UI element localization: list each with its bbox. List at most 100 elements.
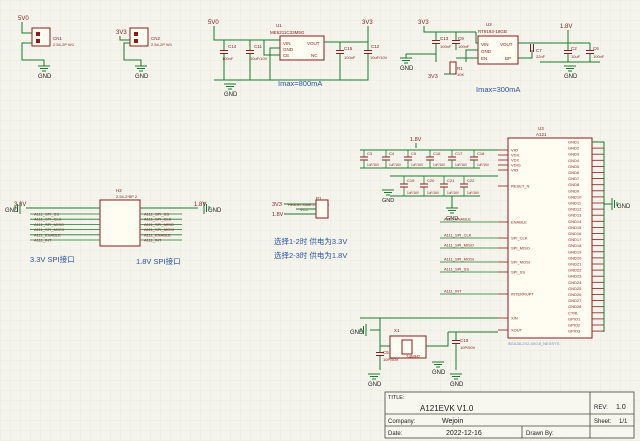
u3-right-pin: GND22 xyxy=(568,268,582,273)
decoup-cap-ref: C18 xyxy=(477,151,485,156)
schematic-sheet: 5V0 CN1 2.54-2P W1 GND 3V3 CN2 2.54-2P W… xyxy=(0,0,640,441)
c7-ref: C7 xyxy=(536,48,542,53)
u3-right-pin: GND8 xyxy=(568,182,580,187)
decoup-1v8-label: 1.8V xyxy=(410,137,422,143)
c10-gnd-label: GND xyxy=(450,382,464,388)
cn1-gnd-label: GND xyxy=(38,74,52,80)
u3-left-pin: SPI_MOSI xyxy=(511,260,530,265)
c2-value: 10uF xyxy=(571,54,581,59)
decoup-cap-ref: C4 xyxy=(389,151,395,156)
date-value: 2022-12-16 xyxy=(446,430,482,437)
u3-net-label: A111_SPI_MISO xyxy=(444,243,474,248)
r1-value: 10K xyxy=(457,72,464,77)
u3-right-pin: GPIO2 xyxy=(568,323,581,328)
decoup-cap-ref: C16 xyxy=(433,151,441,156)
p1-1v8-label: 1.8V xyxy=(272,212,284,218)
decoup-gnd-1: GND xyxy=(382,198,394,204)
u3-left-pin: XOUT xyxy=(511,328,523,333)
u3-right-pin: GND9 xyxy=(568,188,580,193)
cn2-gnd-label: GND xyxy=(135,74,149,80)
sheet-label: Sheet: xyxy=(594,419,612,425)
u1-output-net-label: 3V3 xyxy=(362,20,373,26)
decoup-cap-value: 1uF/16V xyxy=(455,163,468,167)
u3-right-pin: GND7 xyxy=(568,176,580,181)
x1-gnd-left: GND xyxy=(350,330,364,336)
u1-pin-vout: VOUT xyxy=(307,41,320,46)
decoup-cap-value: 1uF/16V xyxy=(447,191,460,195)
company-value: Wejoin xyxy=(442,418,463,425)
c10-ref: C10 xyxy=(460,338,469,343)
u3-left-pin: VIO xyxy=(511,168,518,173)
decoup-cap-value: 1uF/16V xyxy=(411,163,424,167)
decoup-cap-ref: C22 xyxy=(467,178,475,183)
c5-value: 10P/50V xyxy=(383,357,399,362)
title-value: A121EVK V1.0 xyxy=(420,404,474,413)
u2-en-net-label: 3V3 xyxy=(428,74,438,80)
u1-gnd-label: GND xyxy=(224,92,238,98)
u3-footprint: BGA38-2X2.4X0.8_NEXSYS xyxy=(508,341,560,346)
u3-left-pin: ENABLE xyxy=(511,220,527,225)
c13-value: 100nF xyxy=(440,44,452,49)
u1-input-net-label: 5V0 xyxy=(208,20,219,26)
c15-ref: C15 xyxy=(344,46,353,51)
c2-ref: C2 xyxy=(571,46,577,51)
u3-net-label: A111_SPI_MOSI xyxy=(444,257,474,262)
title-block: TITLE: A121EVK V1.0 REV: 1.0 Company: We… xyxy=(384,391,635,439)
c12-ref: C12 xyxy=(371,44,380,49)
u3-left-pin: XIN xyxy=(511,316,518,321)
decoup-cap-value: 1uF/16V xyxy=(389,163,402,167)
decoup-cap-ref: C20 xyxy=(427,178,435,183)
u1-pin-nc: NC xyxy=(311,53,318,58)
h2-ref: H2 xyxy=(116,188,122,193)
u3-right-pin: GND23 xyxy=(568,274,582,279)
u1-ref: U1 xyxy=(276,23,282,28)
h2-gnd-right: GND xyxy=(208,208,222,214)
u3-part: A121 xyxy=(536,132,547,137)
c7-value: 22nF xyxy=(536,54,546,59)
u3-right-pin: GND28 xyxy=(568,304,582,309)
drawn-by-label: Drawn By: xyxy=(526,431,554,437)
u3-right-pin: GND3 xyxy=(568,152,580,157)
u2-pin-bp: BP xyxy=(505,56,511,61)
u2-pin-gnd: GND xyxy=(481,49,492,54)
u3-right-pin: GND19 xyxy=(568,249,582,254)
sheet-value: 1/1 xyxy=(619,419,628,425)
u2-pin-vin: VIN xyxy=(481,42,489,47)
u3-right-pin: GND13 xyxy=(568,213,582,218)
u2-ref: U2 xyxy=(486,22,492,27)
company-label: Company: xyxy=(388,419,416,425)
c14-ref: C14 xyxy=(228,44,237,49)
u3-right-pin: GND12 xyxy=(568,207,582,212)
u1-pin-ce: CE xyxy=(283,53,289,58)
net-5v0-label: 5V0 xyxy=(18,16,29,22)
cn2-ref: CN2 xyxy=(151,36,160,41)
u1-pin-vin: VIN xyxy=(283,41,291,46)
u1-part: ME6211C33M5G xyxy=(270,30,305,35)
h2-value: 2.54-2*8P 2 xyxy=(116,194,138,199)
u3-net-label: A111_SPI_CLK xyxy=(444,233,472,238)
c6-value: 100nF xyxy=(593,54,605,59)
rev-label: REV: xyxy=(594,405,608,411)
u2-gnd-label-out: GND xyxy=(564,74,578,80)
u3-net-label: A111_INT xyxy=(444,289,462,294)
c6-ref: C6 xyxy=(593,46,599,51)
u3-right-pin: GND16 xyxy=(568,231,582,236)
u3-right-pin: GND10 xyxy=(568,194,582,199)
u3-right-pin: GND25 xyxy=(568,286,582,291)
u3-right-pin: CTRL xyxy=(568,310,579,315)
u3-right-pin: GND2 xyxy=(568,146,580,151)
c14-value: 100nF xyxy=(222,56,234,61)
net-3v3-label-cn2: 3V3 xyxy=(116,30,127,36)
u3-right-pin: GND15 xyxy=(568,225,582,230)
u3-right-pin: GND27 xyxy=(568,298,582,303)
u3-right-pin: GND6 xyxy=(568,170,580,175)
r1-ref: R1 xyxy=(457,66,463,71)
u3-right-pin: GPIO1 xyxy=(568,316,581,321)
x1-gnd-mid: GND xyxy=(432,370,446,376)
u3-left-pin: SPI_CLK xyxy=(511,236,528,241)
c15-value: 100nF xyxy=(344,55,356,60)
u2-part: RT9193-18GB xyxy=(478,29,507,34)
u3-left-pin: SPI_MISO xyxy=(511,246,530,251)
c11-value: 10uF/10V xyxy=(250,56,268,61)
decoup-cap-value: 1uF/16V xyxy=(427,191,440,195)
